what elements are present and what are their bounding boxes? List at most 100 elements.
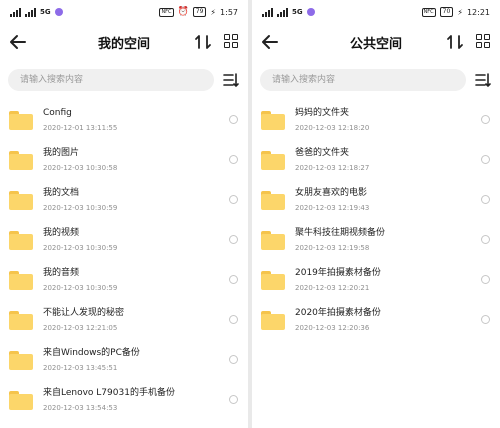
list-item[interactable]: 妈妈的文件夹 2020-12-03 12:18:20 bbox=[252, 100, 500, 140]
folder-name: 我的图片 bbox=[43, 147, 80, 158]
folder-icon bbox=[261, 150, 285, 170]
folder-date: 2020-12-03 13:54:53 bbox=[43, 403, 118, 412]
folder-name: 爸爸的文件夹 bbox=[295, 147, 350, 158]
select-radio[interactable] bbox=[481, 155, 490, 164]
folder-icon bbox=[9, 150, 33, 170]
folder-date: 2020-12-03 10:30:58 bbox=[43, 163, 118, 172]
folder-name: 不能让人发现的秘密 bbox=[43, 307, 125, 318]
sort-icon[interactable] bbox=[446, 33, 464, 51]
select-radio[interactable] bbox=[481, 315, 490, 324]
folder-date: 2020-12-03 10:30:59 bbox=[43, 203, 118, 212]
folder-name: 女朋友喜欢的电影 bbox=[295, 187, 368, 198]
signal-icon bbox=[25, 7, 36, 17]
nfc-icon: NFC bbox=[421, 7, 436, 17]
list-item[interactable]: 不能让人发现的秘密 2020-12-03 12:21:05 bbox=[0, 300, 248, 340]
folder-name: 妈妈的文件夹 bbox=[295, 107, 350, 118]
folder-icon bbox=[261, 110, 285, 130]
nfc-icon: NFC bbox=[159, 7, 174, 17]
folder-list: 妈妈的文件夹 2020-12-03 12:18:20 爸爸的文件夹 2020-12-… bbox=[252, 100, 500, 340]
select-radio[interactable] bbox=[481, 235, 490, 244]
list-item[interactable]: 我的视频 2020-12-03 10:30:59 bbox=[0, 220, 248, 260]
arrow-left-icon[interactable] bbox=[8, 32, 28, 52]
clock: 12:21 bbox=[466, 7, 490, 17]
battery-icon: 70 bbox=[439, 7, 454, 17]
select-radio[interactable] bbox=[229, 155, 238, 164]
folder-date: 2020-12-03 12:19:43 bbox=[295, 203, 370, 212]
select-radio[interactable] bbox=[229, 275, 238, 284]
filter-icon[interactable] bbox=[222, 71, 240, 89]
folder-date: 2020-12-03 12:19:58 bbox=[295, 243, 370, 252]
network-type: 5G bbox=[40, 8, 51, 16]
folder-name: 我的文档 bbox=[43, 187, 80, 198]
folder-name: 来自Lenovo L79031的手机备份 bbox=[43, 387, 175, 398]
folder-icon bbox=[261, 190, 285, 210]
folder-date: 2020-12-03 12:20:21 bbox=[295, 283, 370, 292]
folder-list: Config 2020-12-01 13:11:55 我的图片 2020-12-03… bbox=[0, 100, 248, 420]
folder-name: Config bbox=[43, 107, 72, 118]
select-radio[interactable] bbox=[229, 395, 238, 404]
folder-icon bbox=[261, 310, 285, 330]
list-item[interactable]: 2019年拍摄素材备份 2020-12-03 12:20:21 bbox=[252, 260, 500, 300]
signal-icon bbox=[277, 7, 288, 17]
select-radio[interactable] bbox=[229, 355, 238, 364]
notification-icon bbox=[306, 8, 315, 16]
grid-view-icon[interactable] bbox=[224, 34, 238, 48]
folder-icon bbox=[9, 190, 33, 210]
folder-name: 来自Windows的PC备份 bbox=[43, 347, 140, 358]
list-item[interactable]: 来自Windows的PC备份 2020-12-03 13:45:51 bbox=[0, 340, 248, 380]
select-radio[interactable] bbox=[229, 115, 238, 124]
list-item[interactable]: 我的音频 2020-12-03 10:30:59 bbox=[0, 260, 248, 300]
search-input[interactable] bbox=[8, 69, 214, 91]
alarm-icon: ⏰ bbox=[177, 7, 189, 17]
folder-date: 2020-12-03 12:18:20 bbox=[295, 123, 370, 132]
folder-name: 聚牛科技往期视频备份 bbox=[295, 227, 386, 238]
select-radio[interactable] bbox=[229, 315, 238, 324]
filter-icon[interactable] bbox=[474, 71, 492, 89]
folder-date: 2020-12-01 13:11:55 bbox=[43, 123, 118, 132]
charging-icon: ⚡ bbox=[210, 7, 217, 17]
select-radio[interactable] bbox=[229, 235, 238, 244]
folder-icon bbox=[9, 110, 33, 130]
status-bar: 5G NFC 70 ⚡ 12:21 bbox=[252, 0, 500, 24]
list-item[interactable]: 爸爸的文件夹 2020-12-03 12:18:27 bbox=[252, 140, 500, 180]
select-radio[interactable] bbox=[229, 195, 238, 204]
folder-date: 2020-12-03 13:45:51 bbox=[43, 363, 118, 372]
search-input[interactable] bbox=[260, 69, 466, 91]
list-item[interactable]: 女朋友喜欢的电影 2020-12-03 12:19:43 bbox=[252, 180, 500, 220]
list-item[interactable]: 我的文档 2020-12-03 10:30:59 bbox=[0, 180, 248, 220]
list-item[interactable]: Config 2020-12-01 13:11:55 bbox=[0, 100, 248, 140]
arrow-left-icon[interactable] bbox=[260, 32, 280, 52]
folder-icon bbox=[9, 230, 33, 250]
folder-name: 2019年拍摄素材备份 bbox=[295, 267, 381, 278]
folder-date: 2020-12-03 12:20:36 bbox=[295, 323, 370, 332]
charging-icon: ⚡ bbox=[457, 7, 463, 17]
signal-icon bbox=[10, 7, 21, 17]
folder-date: 2020-12-03 12:18:27 bbox=[295, 163, 370, 172]
top-bar: 我的空间 bbox=[0, 24, 248, 60]
folder-date: 2020-12-03 10:30:59 bbox=[43, 243, 118, 252]
list-item[interactable]: 聚牛科技往期视频备份 2020-12-03 12:19:58 bbox=[252, 220, 500, 260]
folder-name: 2020年拍摄素材备份 bbox=[295, 307, 381, 318]
signal-icon bbox=[262, 7, 273, 17]
list-item[interactable]: 来自Lenovo L79031的手机备份 2020-12-03 13:54:53 bbox=[0, 380, 248, 420]
folder-icon bbox=[261, 230, 285, 250]
list-item[interactable]: 我的图片 2020-12-03 10:30:58 bbox=[0, 140, 248, 180]
search-row bbox=[0, 60, 248, 100]
folder-name: 我的音频 bbox=[43, 267, 80, 278]
list-item[interactable]: 2020年拍摄素材备份 2020-12-03 12:20:36 bbox=[252, 300, 500, 340]
my-space-screen: 5G NFC ⏰ 79 ⚡ 1:57 我的空间 Config 2020-12-01… bbox=[0, 0, 248, 428]
folder-icon bbox=[9, 390, 33, 410]
select-radio[interactable] bbox=[481, 195, 490, 204]
folder-icon bbox=[9, 270, 33, 290]
notification-icon bbox=[54, 8, 63, 16]
battery-icon: 79 bbox=[192, 7, 207, 17]
folder-icon bbox=[9, 310, 33, 330]
network-type: 5G bbox=[292, 8, 303, 16]
search-row bbox=[252, 60, 500, 100]
select-radio[interactable] bbox=[481, 115, 490, 124]
public-space-screen: 5G NFC 70 ⚡ 12:21 公共空间 妈妈的文件夹 2020-12-03 … bbox=[252, 0, 500, 428]
status-bar: 5G NFC ⏰ 79 ⚡ 1:57 bbox=[0, 0, 248, 24]
select-radio[interactable] bbox=[481, 275, 490, 284]
sort-icon[interactable] bbox=[194, 33, 212, 51]
grid-view-icon[interactable] bbox=[476, 34, 490, 48]
